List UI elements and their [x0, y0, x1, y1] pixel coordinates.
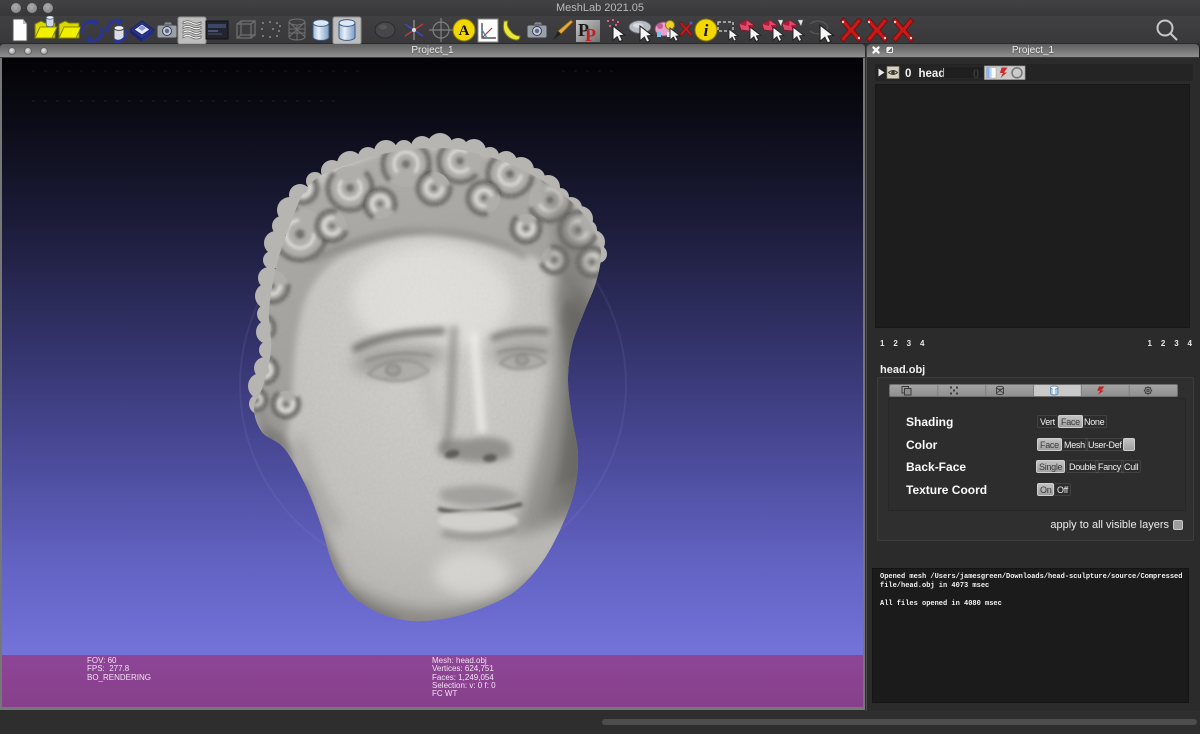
svg-text:i: i	[704, 21, 709, 40]
svg-text:0: 0	[905, 68, 911, 80]
svg-text:A: A	[459, 23, 470, 39]
svg-text:(): ()	[973, 68, 979, 78]
svg-text:P: P	[585, 25, 596, 44]
svg-text:head: head	[919, 68, 946, 80]
